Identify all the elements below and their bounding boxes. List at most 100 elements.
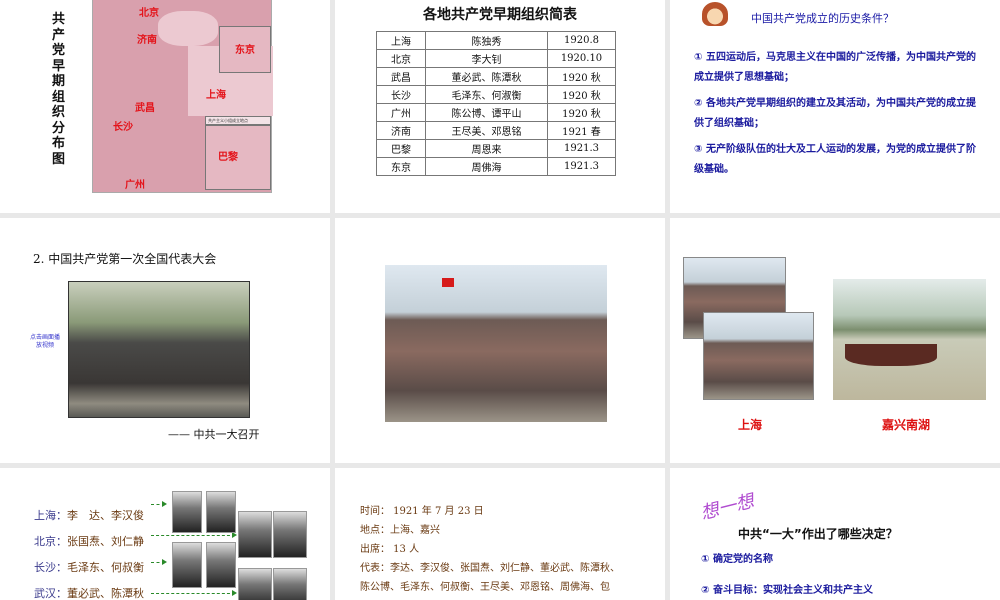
cartoon-girl-icon [702, 2, 728, 26]
condition-point: ② 各地共产党早期组织的建立及其活动，为中国共产党的成立提供了组织基础； [694, 98, 976, 129]
delegate-row: 北京：张国焘、刘仁静 [34, 529, 144, 555]
question-heading: 中共“一大”作出了哪些决定？ [738, 527, 898, 541]
shanghai-photo-2 [703, 312, 814, 400]
organization-table: 上海 陈独秀 1920.8 北京 李大钊 1920.10 武昌 董必武、陈潭秋 1920 秋长沙… [376, 31, 616, 176]
table-row: 巴黎 周恩来 1921.3 [376, 139, 616, 158]
red-boat-image [845, 344, 937, 366]
label-jiaxing: 嘉兴南湖 [882, 418, 931, 432]
portrait [172, 491, 202, 533]
section-heading: 2. 中国共产党第一次全国代表大会 [33, 252, 217, 266]
table-cell: 李大钊 [425, 49, 548, 68]
table-cell: 陈独秀 [425, 31, 548, 50]
slide-thumbnail-2[interactable]: 各地共产党早期组织简表 上海 陈独秀 1920.8 北京 李大钊 1920.10 武昌 董必武… [335, 0, 665, 213]
map-legend: 共产主义小组成立地点 [205, 116, 271, 125]
names: 李 达、李汉俊 [67, 509, 144, 522]
map-label: 长沙 [113, 122, 133, 133]
slide-thumbnail-4[interactable]: 2. 中国共产党第一次全国代表大会 点击画面播放视频 —— 中共一大召开 [0, 218, 330, 463]
map-label: 武昌 [135, 103, 155, 114]
delegate-row: 武汉：董必武、陈潭秋 [34, 581, 144, 600]
names: 董必武、陈潭秋 [67, 587, 144, 600]
slide-thumbnail-3[interactable]: 中国共产党成立的历史条件？ ① 五四运动后，马克思主义在中国的广泛传播，为中国共… [670, 0, 1000, 213]
table-row: 武昌 董必武、陈潭秋 1920 秋 [376, 67, 616, 86]
table-cell: 1921.3 [547, 139, 616, 158]
building-photo [385, 265, 607, 422]
photo-caption: —— 中共一大召开 [168, 428, 260, 441]
portrait [273, 568, 307, 600]
flag-icon [442, 278, 454, 287]
table-cell: 毛泽东、何淑衡 [425, 85, 548, 104]
table-cell: 周恩来 [425, 139, 548, 158]
table-row: 上海 陈独秀 1920.8 [376, 31, 616, 50]
names: 毛泽东、何叔衡 [67, 561, 144, 574]
table-cell: 1920.10 [547, 49, 616, 68]
question-heading: 中国共产党成立的历史条件？ [751, 12, 894, 25]
table-cell: 1920 秋 [547, 103, 616, 122]
table-cell: 1921 春 [547, 121, 616, 140]
slide-thumbnail-7[interactable]: 上海：李 达、李汉俊 北京：张国焘、刘仁静 长沙：毛泽东、何叔衡 武汉：董必武、… [0, 468, 330, 600]
slide-thumbnail-6[interactable]: 上海 嘉兴南湖 [670, 218, 1000, 463]
table-title: 各地共产党早期组织简表 [423, 7, 577, 23]
slide-thumbnail-9[interactable]: 想一想 中共“一大”作出了哪些决定？ ① 确定党的名称 ② 奋斗目标：实现社会主… [670, 468, 1000, 600]
info-line: 地点：上海、嘉兴 [360, 525, 440, 536]
table-row: 济南 王尽美、邓恩铭 1921 春 [376, 121, 616, 140]
table-cell: 巴黎 [376, 139, 426, 158]
decision-point: ① 确定党的名称 [701, 554, 773, 565]
arrow-icon [151, 532, 237, 538]
table-cell: 1920 秋 [547, 85, 616, 104]
table-cell: 济南 [376, 121, 426, 140]
info-line: 时间： 1921 年 7 月 23 日 [360, 506, 484, 517]
arrow-icon [151, 590, 237, 596]
table-row: 长沙 毛泽东、何淑衡 1920 秋 [376, 85, 616, 104]
table-cell: 陈公博、谭平山 [425, 103, 548, 122]
table-cell: 1920.8 [547, 31, 616, 50]
arrow-icon [151, 559, 167, 565]
table-cell: 周佛海 [425, 157, 548, 176]
portrait [172, 542, 202, 588]
think-heading: 想一想 [698, 490, 757, 525]
congress-info: 时间： 1921 年 7 月 23 日 地点：上海、嘉兴 出席： 13 人 代表… [360, 502, 655, 597]
map-image: 共产主义小组成立地点 北京 济南 东京 上海 武昌 长沙 巴黎 广州 [92, 0, 273, 193]
slide-thumbnail-1[interactable]: 共产党早期组织分布图 共产主义小组成立地点 北京 济南 东京 上海 武昌 长沙 … [0, 0, 330, 213]
table-row: 广州 陈公博、谭平山 1920 秋 [376, 103, 616, 122]
info-line: 陈公博、毛泽东、何叔衡、王尽美、邓恩铭、周佛海、包 [360, 582, 610, 593]
map-title: 共产党早期组织分布图 [52, 12, 66, 167]
city: 上海： [34, 509, 67, 522]
map-label: 东京 [235, 45, 255, 56]
play-video-hint[interactable]: 点击画面播放视频 [28, 334, 62, 350]
video-frame[interactable] [68, 281, 250, 418]
slide-thumbnail-5[interactable] [335, 218, 665, 463]
city: 北京： [34, 535, 67, 548]
map-label: 济南 [137, 35, 157, 46]
arrow-icon [151, 501, 167, 507]
map-label: 广州 [125, 180, 145, 191]
map-label: 上海 [206, 90, 226, 101]
table-row: 北京 李大钊 1920.10 [376, 49, 616, 68]
portrait [238, 568, 272, 600]
table-cell: 长沙 [376, 85, 426, 104]
nanhu-lake-photo [833, 279, 986, 400]
table-row: 东京 周佛海 1921.3 [376, 157, 616, 176]
table-cell: 北京 [376, 49, 426, 68]
table-cell: 上海 [376, 31, 426, 50]
slide-thumbnail-8[interactable]: 时间： 1921 年 7 月 23 日 地点：上海、嘉兴 出席： 13 人 代表… [335, 468, 665, 600]
city: 长沙： [34, 561, 67, 574]
info-line: 出席： 13 人 [360, 544, 420, 555]
condition-point: ③ 无产阶级队伍的壮大及工人运动的发展，为党的成立提供了阶级基础。 [694, 144, 976, 175]
table-cell: 董必武、陈潭秋 [425, 67, 548, 86]
decision-point: ② 奋斗目标：实现社会主义和共产主义 [701, 585, 873, 596]
label-shanghai: 上海 [738, 418, 763, 432]
table-cell: 东京 [376, 157, 426, 176]
table-cell: 广州 [376, 103, 426, 122]
portrait [206, 542, 236, 588]
table-cell: 王尽美、邓恩铭 [425, 121, 548, 140]
delegate-row: 上海：李 达、李汉俊 [34, 503, 144, 529]
delegate-row: 长沙：毛泽东、何叔衡 [34, 555, 144, 581]
map-label: 巴黎 [218, 152, 238, 163]
table-cell: 武昌 [376, 67, 426, 86]
portrait [238, 511, 272, 558]
portrait [206, 491, 236, 533]
condition-point: ① 五四运动后，马克思主义在中国的广泛传播，为中国共产党的成立提供了思想基础； [694, 52, 976, 83]
info-line: 代表：李达、李汉俊、张国焘、刘仁静、董必武、陈潭秋、 [360, 563, 620, 574]
city: 武汉： [34, 587, 67, 600]
names: 张国焘、刘仁静 [67, 535, 144, 548]
